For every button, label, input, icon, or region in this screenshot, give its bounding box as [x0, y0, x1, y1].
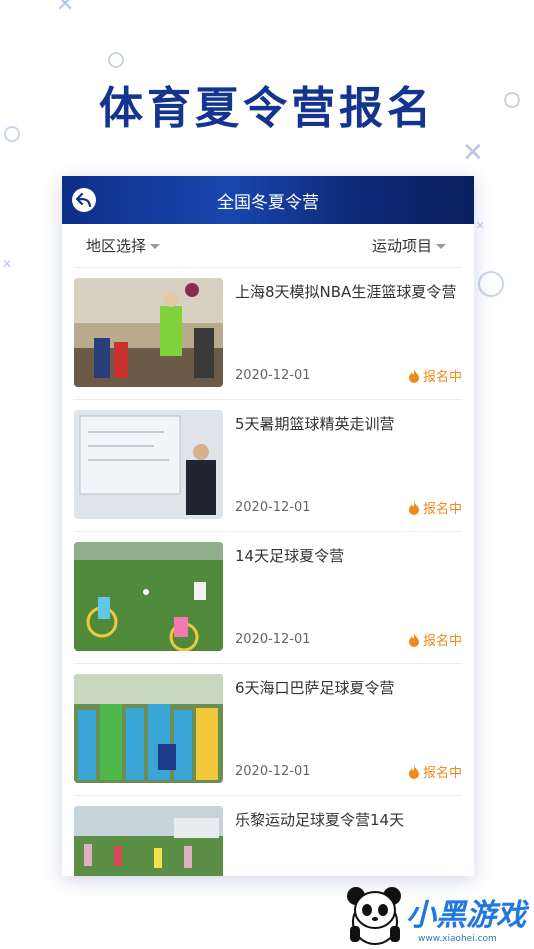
decor-cross: ✕	[476, 221, 485, 232]
camp-date: 2020-12-01	[235, 764, 311, 779]
status-badge: 报名中	[408, 366, 462, 385]
filter-bar: 地区选择 运动项目	[74, 224, 462, 268]
watermark-brand: 小黑游戏	[406, 898, 526, 933]
camp-title: 乐黎运动足球夏令营14天	[235, 811, 405, 829]
camp-meta: 2020-12-01 报名中	[235, 498, 462, 517]
camp-meta: 2020-12-01 报名中	[235, 630, 462, 649]
status-text: 报名中	[422, 370, 462, 385]
camp-title: 上海8天模拟NBA生涯篮球夏令营	[235, 283, 457, 301]
status-text: 报名中	[422, 634, 462, 649]
camp-date: 2020-12-01	[235, 368, 311, 383]
status-badge: 报名中	[408, 498, 462, 517]
list-item[interactable]: 乐黎运动足球夏令营14天	[74, 796, 462, 876]
camp-title: 14天足球夏令营	[235, 547, 345, 565]
status-text: 报名中	[422, 766, 462, 781]
camp-info: 5天暑期篮球精英走训营 2020-12-01 报名中	[223, 410, 462, 521]
camp-thumbnail	[74, 806, 223, 876]
screen-title: 全国冬夏令营	[217, 192, 319, 213]
decor-circle	[478, 271, 504, 297]
camp-info: 14天足球夏令营 2020-12-01 报名中	[223, 542, 462, 653]
watermark-url: www.xiaohei.com	[418, 934, 497, 944]
camp-thumbnail	[74, 410, 223, 519]
camp-info: 6天海口巴萨足球夏令营 2020-12-01 报名中	[223, 674, 462, 785]
region-filter[interactable]: 地区选择	[86, 235, 161, 256]
status-badge: 报名中	[408, 630, 462, 649]
status-text: 报名中	[422, 502, 462, 517]
status-badge: 报名中	[408, 762, 462, 781]
caret-down-icon	[436, 244, 446, 249]
list-item[interactable]: 5天暑期篮球精英走训营 2020-12-01 报名中	[74, 400, 462, 532]
list-item[interactable]: 上海8天模拟NBA生涯篮球夏令营 2020-12-01 报名中	[74, 268, 462, 400]
camp-info: 上海8天模拟NBA生涯篮球夏令营 2020-12-01 报名中	[223, 278, 462, 389]
camp-thumbnail	[74, 542, 223, 651]
camp-title: 5天暑期篮球精英走训营	[235, 415, 395, 433]
flame-icon	[408, 764, 419, 779]
camp-list: 上海8天模拟NBA生涯篮球夏令营 2020-12-01 报名中 5天暑期篮球精英…	[62, 268, 474, 876]
camp-thumbnail	[74, 674, 223, 783]
camp-meta: 2020-12-01 报名中	[235, 366, 462, 385]
flame-icon	[408, 500, 419, 515]
camp-thumbnail	[74, 278, 223, 387]
camp-meta: 2020-12-01 报名中	[235, 762, 462, 781]
camp-info: 乐黎运动足球夏令营14天	[223, 806, 462, 876]
sport-filter[interactable]: 运动项目	[372, 235, 446, 256]
region-filter-label: 地区选择	[86, 237, 147, 255]
camp-date: 2020-12-01	[235, 632, 311, 647]
decor-cross: ✕	[2, 257, 13, 271]
list-item[interactable]: 6天海口巴萨足球夏令营 2020-12-01 报名中	[74, 664, 462, 796]
back-arrow-icon	[76, 193, 92, 207]
camp-date: 2020-12-01	[235, 500, 311, 515]
decor-circle	[108, 52, 124, 68]
caret-down-icon	[150, 244, 161, 249]
flame-icon	[408, 632, 419, 647]
back-button[interactable]	[72, 188, 96, 212]
decor-cross: ✕	[56, 0, 75, 17]
flame-icon	[408, 368, 419, 383]
camp-title: 6天海口巴萨足球夏令营	[235, 679, 395, 697]
page-headline: 体育夏令营报名	[99, 83, 435, 134]
decor-cross: ✕	[462, 138, 484, 168]
watermark-logo: 小黑游戏 www.xiaohei.com	[340, 882, 534, 949]
list-item[interactable]: 14天足球夏令营 2020-12-01 报名中	[74, 532, 462, 664]
top-bar: 全国冬夏令营	[62, 176, 474, 224]
app-screen: 全国冬夏令营 地区选择 运动项目 上海8天模拟NBA生涯篮球夏令营 2020-1…	[62, 176, 474, 876]
sport-filter-label: 运动项目	[371, 237, 432, 255]
panda-icon	[347, 887, 401, 945]
